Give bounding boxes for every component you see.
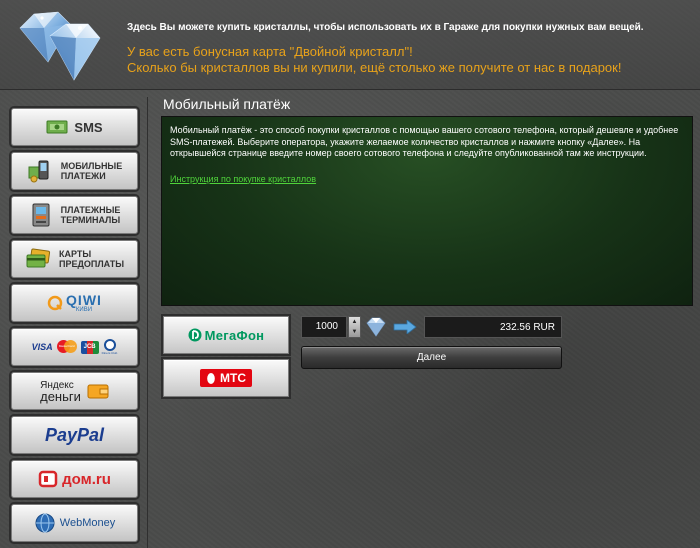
- visa-logo: VISA: [31, 342, 53, 352]
- payment-sms-button[interactable]: SMS: [11, 108, 138, 146]
- info-description: Мобильный платёж - это способ покупки кр…: [170, 125, 679, 158]
- payment-prepaid-label-line1: Карты: [58, 249, 92, 259]
- webmoney-globe-icon: [35, 513, 55, 533]
- qiwi-label: QIWI: [66, 291, 102, 308]
- domru-icon: [38, 470, 58, 488]
- bonus-line-2: Сколько бы кристаллов вы ни купили, ещё …: [127, 60, 622, 75]
- crystal-small-icon: [366, 317, 386, 337]
- megafon-logo: МегаФон: [204, 327, 265, 343]
- next-button[interactable]: Далее: [301, 346, 562, 369]
- diners-club-logo: Diners Club: [101, 339, 118, 355]
- mastercard-logo: MasterCard: [56, 340, 78, 354]
- header-info-text: Здесь Вы можете купить кристаллы, чтобы …: [127, 22, 644, 33]
- diners-club-label: Diners Club: [101, 351, 118, 355]
- paypal-logo: PayPal: [44, 424, 105, 445]
- payment-paypal-button[interactable]: PayPal: [11, 416, 138, 454]
- payment-terminals-label-line1: Платежные: [60, 205, 121, 215]
- operator-mts-button[interactable]: МТС: [163, 359, 289, 397]
- bonus-line-1: У вас есть бонусная карта "Двойной крист…: [127, 44, 413, 59]
- mts-egg-icon: [207, 373, 215, 384]
- arrow-right-icon: [393, 320, 417, 334]
- mts-logo: МТС: [200, 369, 252, 387]
- terminal-icon: [32, 203, 50, 227]
- payment-methods-sidebar: SMS Мобильные платежи Платежные терминал…: [0, 97, 148, 548]
- stepper-up-icon[interactable]: ▲: [352, 319, 358, 325]
- payment-mobile-label: Мобильные платежи: [61, 161, 123, 181]
- amount-stepper[interactable]: ▲ ▼: [348, 316, 361, 338]
- payment-prepaid-cards-button[interactable]: Карты предоплаты: [11, 240, 138, 278]
- payment-prepaid-label-line2: предоплаты: [58, 259, 125, 269]
- payment-mobile-label-line1: Мобильные: [60, 161, 123, 171]
- crystal-amount-input[interactable]: 1000: [301, 316, 347, 338]
- qiwi-text: QIWI КИВИ: [66, 293, 102, 314]
- prepaid-card-icon: [26, 248, 51, 268]
- header: Здесь Вы можете купить кристаллы, чтобы …: [0, 0, 700, 90]
- sms-money-icon: [46, 120, 68, 134]
- stepper-down-icon[interactable]: ▼: [352, 329, 358, 335]
- payment-domru-button[interactable]: дом.ru: [11, 460, 138, 498]
- payment-terminals-label-line2: терминалы: [60, 215, 121, 225]
- bonus-message: У вас есть бонусная карта "Двойной крист…: [127, 44, 621, 76]
- payment-mobile-button[interactable]: Мобильные платежи: [11, 152, 138, 190]
- megafon-icon: [188, 328, 202, 342]
- payment-qiwi-button[interactable]: QIWI КИВИ: [11, 284, 138, 322]
- page-title: Мобильный платёж: [163, 96, 291, 112]
- crystal-icon: [19, 11, 101, 81]
- payment-sms-label: SMS: [74, 119, 103, 135]
- payment-terminals-button[interactable]: Платежные терминалы: [11, 196, 138, 234]
- payment-prepaid-label: Карты предоплаты: [59, 249, 124, 269]
- mastercard-wordmark: MasterCard: [58, 344, 75, 348]
- mts-label: МТС: [220, 371, 246, 385]
- qiwi-logo: [47, 295, 63, 311]
- operator-megafon-button[interactable]: МегаФон: [163, 316, 289, 354]
- qiwi-sublabel: КИВИ: [75, 306, 93, 313]
- dengi-label: деньги: [40, 389, 81, 404]
- payment-yandex-money-button[interactable]: Яндекс деньги: [11, 372, 138, 410]
- price-display: 232.56 RUR: [424, 316, 562, 338]
- yandex-money-text: Яндекс деньги: [40, 380, 81, 404]
- payment-mobile-label-line2: платежи: [60, 171, 106, 181]
- payment-terminals-label: Платежные терминалы: [61, 205, 121, 225]
- payment-cards-button[interactable]: VISA MasterCard JCB Diners Club: [11, 328, 138, 366]
- domru-logo: дом.ru: [62, 470, 111, 488]
- webmoney-logo: WebMoney: [59, 517, 116, 529]
- mobile-payments-icon: [28, 160, 49, 183]
- instruction-link[interactable]: Инструкция по покупке кристаллов: [170, 174, 684, 184]
- yandex-wallet-icon: [87, 384, 109, 399]
- jcb-logo: JCB: [80, 340, 99, 354]
- info-panel: Мобильный платёж - это способ покупки кр…: [161, 116, 693, 306]
- payment-webmoney-button[interactable]: WebMoney: [11, 504, 138, 542]
